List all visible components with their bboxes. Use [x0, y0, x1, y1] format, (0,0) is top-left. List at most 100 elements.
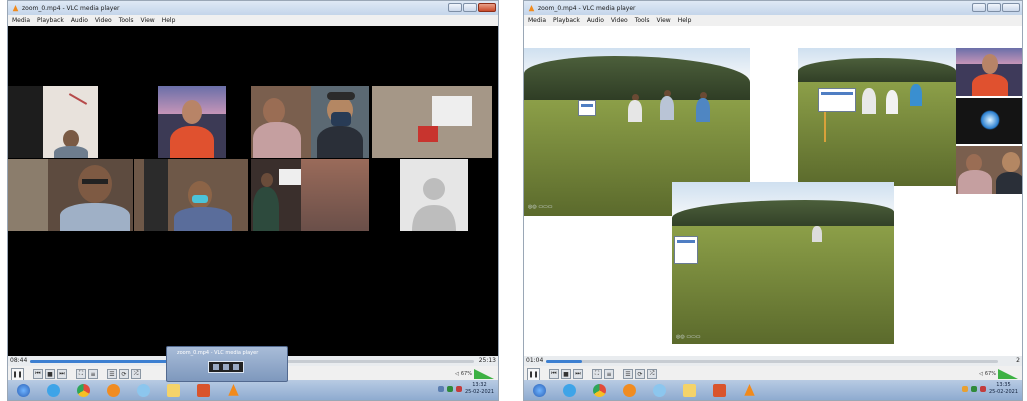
- volume-slider[interactable]: [998, 369, 1018, 379]
- video-area[interactable]: [8, 26, 498, 356]
- seek-bar[interactable]: 01:04 2: [524, 356, 1022, 366]
- vlc-taskbar-icon[interactable]: [738, 382, 760, 398]
- messenger-icon[interactable]: [648, 382, 670, 398]
- close-button[interactable]: [1002, 3, 1020, 12]
- participant-tile-5: [8, 159, 133, 231]
- volume-percent: 67%: [984, 371, 996, 377]
- extended-settings-icon[interactable]: ≡: [604, 369, 614, 379]
- clock[interactable]: 13:32 25-02-2021: [465, 382, 494, 396]
- participant-tile-b: [956, 98, 1022, 144]
- menu-tools[interactable]: Tools: [635, 17, 650, 24]
- tray-arrow-icon[interactable]: [961, 386, 968, 392]
- menu-tools[interactable]: Tools: [119, 17, 134, 24]
- vlc-window-left: zoom_0.mp4 - VLC media player Media Play…: [7, 0, 499, 401]
- presentation-icon[interactable]: [708, 382, 730, 398]
- menu-audio[interactable]: Audio: [587, 17, 604, 24]
- seek-track[interactable]: [546, 360, 998, 363]
- close-button[interactable]: [478, 3, 496, 12]
- minimize-button[interactable]: [972, 3, 986, 12]
- menu-view[interactable]: View: [140, 17, 154, 24]
- network-icon[interactable]: [970, 386, 977, 392]
- participant-tile-7: [251, 159, 369, 231]
- previous-icon[interactable]: ⏮: [33, 369, 43, 379]
- thumbnail-title: zoom_0.mp4 - VLC media player: [177, 350, 259, 356]
- file-explorer-icon[interactable]: [162, 382, 184, 398]
- minimize-button[interactable]: [448, 3, 462, 12]
- loop-icon[interactable]: ⟳: [119, 369, 129, 379]
- file-explorer-icon[interactable]: [678, 382, 700, 398]
- menu-media[interactable]: Media: [12, 17, 30, 24]
- vlc-window-right: zoom_0.mp4 - VLC media player Media Play…: [523, 0, 1023, 401]
- stop-icon[interactable]: ■: [45, 369, 55, 379]
- thumb-next-icon[interactable]: [233, 364, 239, 370]
- playlist-icon[interactable]: ☰: [623, 369, 633, 379]
- stop-icon[interactable]: ■: [561, 369, 571, 379]
- speaker-icon[interactable]: ◁: [455, 371, 459, 377]
- next-icon[interactable]: ⏭: [573, 369, 583, 379]
- maximize-button[interactable]: [463, 3, 477, 12]
- clock[interactable]: 13:35 25-02-2021: [989, 382, 1018, 396]
- avatar-placeholder-icon: [412, 178, 456, 231]
- media-player-icon[interactable]: [102, 382, 124, 398]
- loop-icon[interactable]: ⟳: [635, 369, 645, 379]
- messenger-icon[interactable]: [132, 382, 154, 398]
- menu-bar: Media Playback Audio Video Tools View He…: [524, 15, 1022, 26]
- network-icon[interactable]: [446, 386, 453, 392]
- menu-video[interactable]: Video: [611, 17, 628, 24]
- internet-explorer-icon[interactable]: [558, 382, 580, 398]
- windows-start-icon[interactable]: [528, 382, 550, 398]
- shuffle-icon[interactable]: ⤮: [131, 369, 141, 379]
- chrome-icon[interactable]: [72, 382, 94, 398]
- maximize-button[interactable]: [987, 3, 1001, 12]
- video-area[interactable]: ◎◎ ▭▭▭ ◎◎ ▭▭▭: [524, 26, 1022, 356]
- previous-icon[interactable]: ⏮: [549, 369, 559, 379]
- volume-control[interactable]: ◁ 67%: [979, 369, 1018, 379]
- tray-arrow-icon[interactable]: [437, 386, 444, 392]
- photo-watermark: ◎◎ ▭▭▭: [528, 204, 553, 210]
- participant-tile-a: [956, 48, 1022, 96]
- thumbnail-controls: [208, 361, 244, 373]
- windows-start-icon[interactable]: [12, 382, 34, 398]
- elapsed-time: 08:44: [10, 357, 28, 364]
- thumb-pause-icon[interactable]: [223, 364, 229, 370]
- menu-audio[interactable]: Audio: [71, 17, 88, 24]
- pause-icon[interactable]: ❚❚: [11, 367, 24, 381]
- fullscreen-icon[interactable]: ⛶: [592, 369, 602, 379]
- window-buttons: [972, 3, 1020, 12]
- extended-settings-icon[interactable]: ≡: [88, 369, 98, 379]
- vlc-taskbar-icon[interactable]: [222, 382, 244, 398]
- speaker-icon[interactable]: ◁: [979, 371, 983, 377]
- menu-help[interactable]: Help: [162, 17, 176, 24]
- volume-control[interactable]: ◁ 67%: [455, 369, 494, 379]
- menu-playback[interactable]: Playback: [37, 17, 64, 24]
- menu-media[interactable]: Media: [528, 17, 546, 24]
- playlist-icon[interactable]: ☰: [107, 369, 117, 379]
- thumb-previous-icon[interactable]: [213, 364, 219, 370]
- taskbar-thumbnail-preview[interactable]: zoom_0.mp4 - VLC media player: [166, 346, 288, 382]
- field-banner: [578, 100, 596, 116]
- chrome-icon[interactable]: [588, 382, 610, 398]
- vlc-icon: [528, 4, 535, 11]
- media-player-icon[interactable]: [618, 382, 640, 398]
- menu-view[interactable]: View: [656, 17, 670, 24]
- participant-tile-2: [158, 86, 226, 158]
- menu-bar: Media Playback Audio Video Tools View He…: [8, 15, 498, 26]
- menu-help[interactable]: Help: [678, 17, 692, 24]
- field-photo-3: ◎◎ ▭▭▭: [672, 182, 894, 344]
- shuffle-icon[interactable]: ⤮: [647, 369, 657, 379]
- system-tray: 13:35 25-02-2021: [961, 382, 1018, 396]
- title-bar: zoom_0.mp4 - VLC media player: [8, 1, 498, 15]
- flag-icon[interactable]: [455, 386, 462, 392]
- menu-video[interactable]: Video: [95, 17, 112, 24]
- menu-playback[interactable]: Playback: [553, 17, 580, 24]
- volume-slider[interactable]: [474, 369, 494, 379]
- fullscreen-icon[interactable]: ⛶: [76, 369, 86, 379]
- flag-icon[interactable]: [979, 386, 986, 392]
- presentation-icon[interactable]: [192, 382, 214, 398]
- seek-progress: [546, 360, 583, 363]
- windows-taskbar: 13:35 25-02-2021: [524, 380, 1022, 400]
- next-icon[interactable]: ⏭: [57, 369, 67, 379]
- internet-explorer-icon[interactable]: [42, 382, 64, 398]
- pause-icon[interactable]: ❚❚: [527, 367, 540, 381]
- total-time: 2: [1016, 357, 1020, 364]
